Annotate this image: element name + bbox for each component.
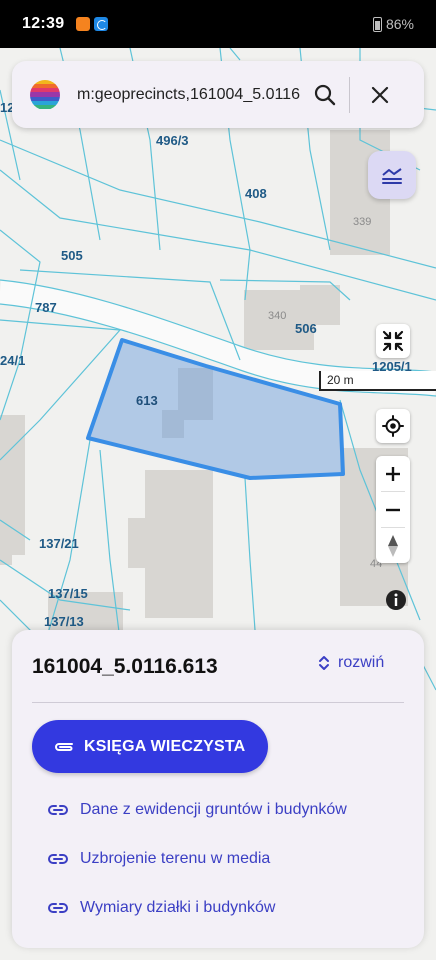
parcel-label: 137/13 (44, 614, 84, 629)
search-button[interactable] (305, 75, 345, 115)
search-divider (349, 76, 350, 113)
link-dimensions[interactable]: Wymiary działki i budynków (48, 899, 275, 917)
battery-status: 86% (372, 16, 414, 32)
parcel-label: 408 (245, 186, 267, 201)
status-time: 12:39 (22, 15, 65, 32)
clear-search-button[interactable] (360, 75, 400, 115)
building-south-annex (128, 518, 158, 568)
link-land-records[interactable]: Dane z ewidencji gruntów i budynków (48, 801, 347, 819)
crosshair-icon (382, 415, 404, 437)
land-register-label: KSIĘGA WIECZYSTA (84, 737, 246, 755)
land-register-button[interactable]: KSIĘGA WIECZYSTA (32, 720, 268, 773)
plus-icon (386, 466, 400, 481)
expand-chevrons-icon (319, 656, 329, 670)
sheet-divider (32, 702, 404, 703)
link-label: Uzbrojenie terenu w media (80, 850, 271, 867)
close-icon (371, 86, 389, 103)
parcel-label: 505 (61, 248, 83, 263)
parcel-label: 137/15 (48, 586, 88, 601)
parcel-label: 24/1 (0, 353, 26, 368)
building-340-annex (300, 285, 340, 325)
layers-button[interactable] (368, 151, 416, 199)
battery-icon (372, 16, 382, 32)
compass-button[interactable] (376, 528, 410, 563)
search-bar[interactable]: m:geoprecincts,161004_5.0116 (12, 61, 424, 128)
locate-me-button[interactable] (376, 409, 410, 443)
selected-parcel-label: 613 (136, 393, 158, 408)
map-info-button[interactable] (385, 589, 407, 611)
parcel-label: 787 (35, 300, 57, 315)
scale-bar: 20 m (319, 371, 436, 391)
layers-icon (382, 168, 402, 184)
info-icon (386, 590, 406, 610)
messenger-icon (94, 17, 109, 31)
parcel-label: 506 (295, 321, 317, 336)
parcel-id-title: 161004_5.0116.613 (32, 655, 218, 678)
paperclip-icon (55, 742, 73, 751)
parcel-details-sheet: 161004_5.0116.613 rozwiń KSIĘGA WIECZYST… (12, 630, 424, 948)
scale-label: 20 m (327, 373, 354, 387)
building-label: 340 (268, 310, 287, 322)
zoom-controls (376, 456, 410, 563)
link-utilities[interactable]: Uzbrojenie terenu w media (48, 850, 270, 868)
search-input[interactable]: m:geoprecincts,161004_5.0116 (77, 86, 303, 104)
fit-bounds-button[interactable] (376, 324, 410, 358)
expand-sheet-button[interactable]: rozwiń (318, 654, 384, 672)
search-icon (314, 84, 336, 105)
compass-icon (388, 534, 398, 557)
expand-label: rozwiń (338, 654, 385, 671)
zoom-in-button[interactable] (376, 456, 410, 491)
link-label: Dane z ewidencji gruntów i budynków (80, 801, 347, 818)
zoom-out-button[interactable] (376, 492, 410, 527)
app-logo-icon (30, 79, 60, 110)
notification-app-icon (76, 17, 91, 31)
link-icon (48, 903, 68, 913)
parcel-label: 137/21 (39, 536, 79, 551)
minus-icon (386, 508, 400, 511)
collapse-arrows-icon (382, 330, 404, 352)
building-label: 339 (353, 216, 372, 228)
link-label: Wymiary działki i budynków (80, 899, 276, 916)
link-icon (48, 805, 68, 815)
parcel-label: 496/3 (156, 133, 189, 148)
battery-percentage: 86% (385, 16, 414, 32)
status-bar: 12:39 86% (0, 0, 436, 48)
link-icon (48, 854, 68, 864)
building-edge (0, 505, 12, 565)
